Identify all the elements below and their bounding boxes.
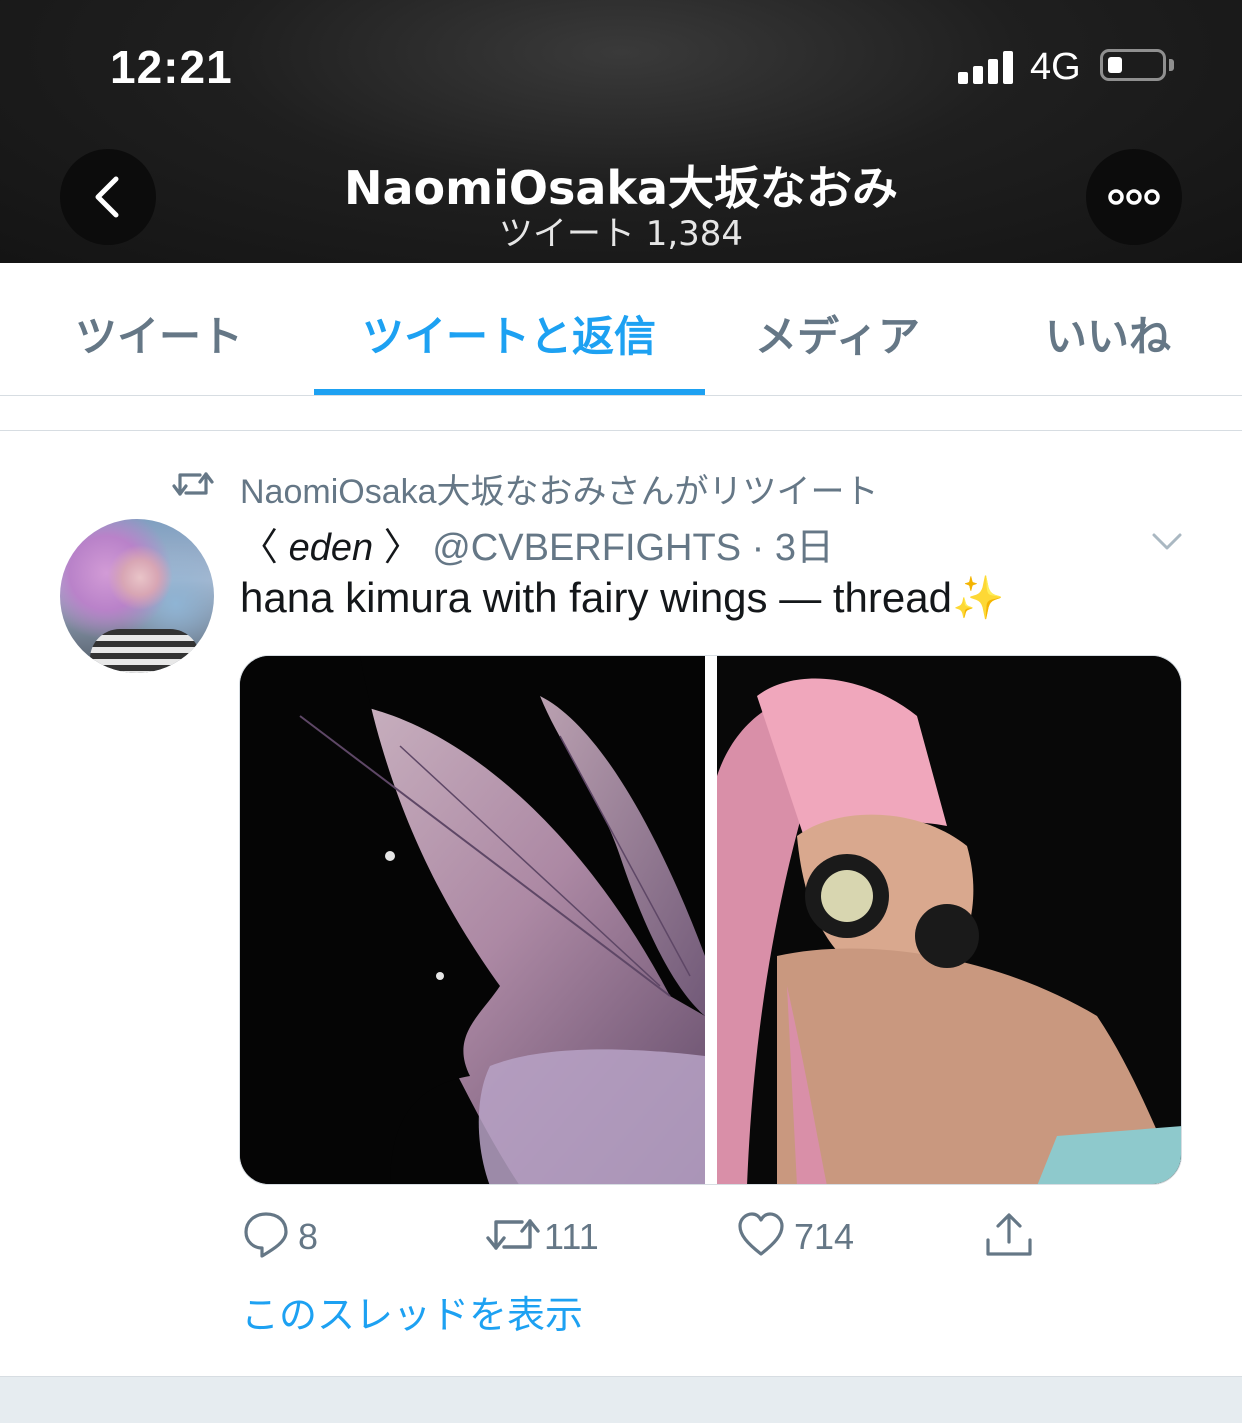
chevron-down-icon[interactable]	[1150, 528, 1184, 554]
active-tab-indicator	[314, 389, 705, 395]
heart-icon	[738, 1212, 784, 1256]
more-button[interactable]	[1086, 149, 1182, 245]
author-row: 〈 eden 〉 @CVBERFIGHTS · 3日	[240, 516, 834, 571]
reply-button[interactable]: 8	[242, 1210, 342, 1266]
tab-media[interactable]: メディア	[755, 303, 920, 364]
tab-tweets[interactable]: ツイート	[75, 303, 243, 364]
cellular-signal-icon	[958, 50, 1018, 84]
more-horizontal-icon	[1108, 189, 1160, 205]
retweet-button[interactable]: 111	[486, 1210, 606, 1266]
network-type: 4G	[1030, 46, 1081, 88]
retweet-icon	[172, 472, 214, 496]
author-display-name[interactable]: 〈 eden 〉	[240, 527, 422, 569]
like-button[interactable]: 714	[737, 1210, 867, 1266]
status-time: 12:21	[110, 41, 233, 93]
retweet-icon	[486, 1219, 540, 1250]
share-button[interactable]	[984, 1210, 1034, 1266]
tweet-count: ツイート 1,384	[498, 214, 744, 254]
retweet-notice-text: NaomiOsaka大坂なおみさんがリツイート	[240, 473, 879, 511]
tweet-media	[239, 655, 1182, 1185]
tweet-text: hana kimura with fairy wings — thread✨	[240, 574, 1005, 621]
author-handle-time: @CVBERFIGHTS · 3日	[421, 527, 834, 569]
tab-tweets-and-replies[interactable]: ツイートと返信	[362, 303, 656, 364]
retweet-count: 111	[544, 1216, 599, 1257]
reply-count: 8	[298, 1216, 319, 1257]
profile-header: 12:21 4G NaomiOsaka大坂なおみ ツイート 1,384	[0, 0, 1242, 263]
profile-tabs: ツイート ツイートと返信 メディア いいね	[0, 263, 1242, 396]
media-image-wrestler[interactable]	[717, 656, 1181, 1184]
media-image-fairy-wings[interactable]	[240, 656, 705, 1184]
divider	[0, 430, 1242, 431]
reply-icon	[244, 1212, 288, 1258]
author-avatar[interactable]	[60, 519, 214, 673]
feed-separator	[0, 1376, 1242, 1423]
tab-likes[interactable]: いいね	[1045, 303, 1171, 364]
like-count: 714	[794, 1216, 855, 1257]
show-thread-link[interactable]: このスレッドを表示	[241, 1284, 583, 1339]
share-icon	[986, 1213, 1032, 1256]
battery-icon	[1100, 49, 1166, 81]
